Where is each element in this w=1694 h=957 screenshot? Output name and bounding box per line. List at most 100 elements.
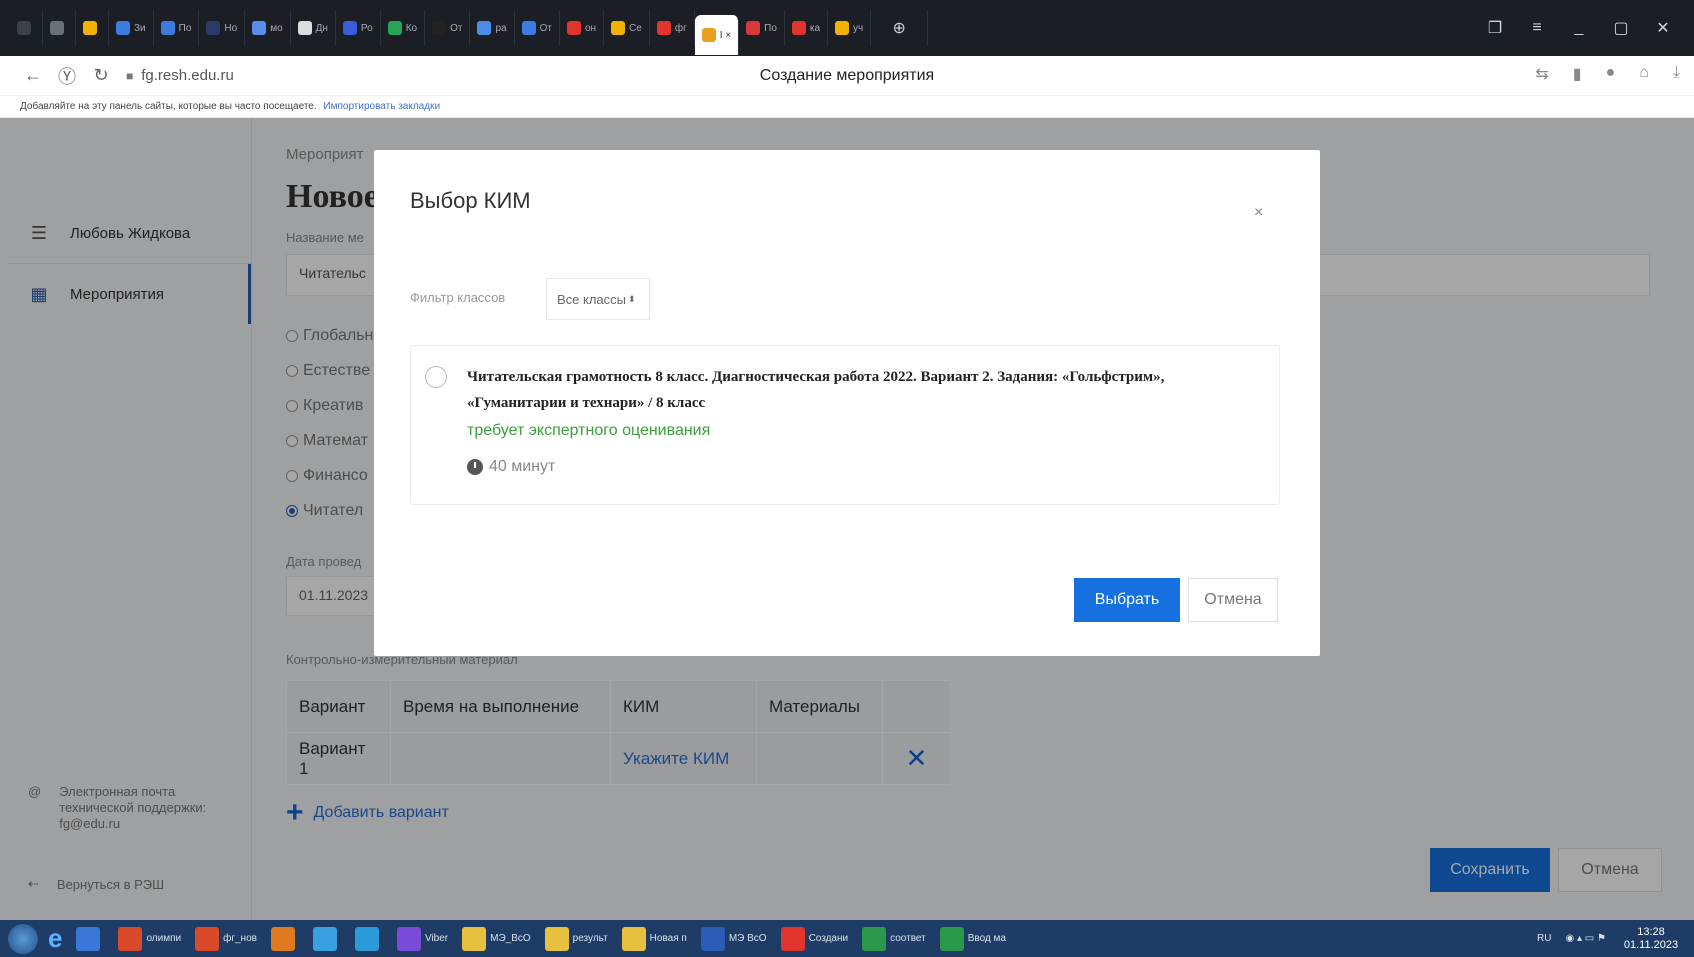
tab-favicon: [160, 21, 175, 35]
app-icon: [354, 926, 379, 951]
bookmark-icon[interactable]: ▮: [1573, 64, 1582, 84]
kim-select-modal: Выбор КИМ × Фильтр классов Все классы ⬍ …: [374, 150, 1320, 656]
tab-label: Се: [629, 22, 642, 34]
tab-favicon: [50, 21, 64, 35]
tab-after-1[interactable]: ка: [785, 10, 829, 46]
ie-icon[interactable]: e: [44, 923, 66, 954]
plus-icon: ⊕: [892, 20, 906, 37]
tab-6[interactable]: мо: [245, 10, 291, 46]
import-bookmarks-link[interactable]: Импортировать закладки: [323, 101, 440, 112]
translate-icon[interactable]: ⇆: [1535, 64, 1548, 84]
tab-after-0[interactable]: По: [739, 10, 785, 46]
app-icon: [862, 926, 887, 951]
tray-icons[interactable]: ◉ ▴ ▭ ⚑: [1562, 924, 1611, 954]
tab-favicon: [566, 21, 581, 35]
tab-after-2[interactable]: уч: [828, 10, 872, 46]
collections-icon[interactable]: ⌂: [1639, 64, 1649, 84]
tab-11[interactable]: ра: [470, 10, 515, 46]
tab-9[interactable]: Ко: [381, 10, 426, 46]
browser-tabstrip: Зи По Но мо Дн Ро Ко От ра От он Се фг I × По ка уч ⊕ …: [0, 0, 1694, 56]
tab-favicon: [701, 28, 716, 42]
taskbar-item-12[interactable]: соответ: [858, 924, 930, 954]
taskbar-item-7[interactable]: МЭ_ВсО: [458, 924, 535, 954]
back-arrow-icon[interactable]: ←: [16, 65, 50, 86]
tabs-overview-icon[interactable]: ❐: [1474, 18, 1516, 38]
os-taskbar: e олимпи фг_нов Viber МЭ_ВсО результ Новая п М…: [0, 920, 1694, 957]
kim-duration: 40 минут: [467, 458, 555, 476]
url-field[interactable]: ■ fg.resh.edu.ru: [126, 67, 234, 84]
tab-active[interactable]: I ×: [694, 15, 740, 55]
tab-14[interactable]: Се: [604, 10, 650, 46]
tab-2[interactable]: [76, 10, 109, 46]
tab-favicon: [206, 21, 221, 35]
tab-favicon: [432, 21, 447, 35]
tab-favicon: [252, 21, 267, 35]
tab-13[interactable]: он: [560, 10, 605, 46]
new-tab-button[interactable]: ⊕: [871, 10, 929, 46]
minimize-icon[interactable]: _: [1558, 19, 1600, 37]
tab-label: От: [450, 22, 463, 34]
tab-10[interactable]: От: [425, 10, 471, 46]
clock-icon: [467, 459, 483, 475]
taskbar-item-10[interactable]: МЭ ВсО: [697, 924, 771, 954]
taskbar-label: соответ: [890, 933, 926, 944]
close-icon[interactable]: ×: [1254, 204, 1263, 222]
reload-icon[interactable]: ↻: [84, 65, 118, 86]
tab-0[interactable]: [10, 10, 43, 46]
menu-icon[interactable]: ≡: [1516, 19, 1558, 37]
downloads-icon[interactable]: ⤓: [1673, 64, 1680, 84]
tab-favicon: [297, 21, 312, 35]
tab-8[interactable]: Ро: [336, 10, 381, 46]
taskbar-item-4[interactable]: [309, 924, 345, 954]
tab-1[interactable]: [43, 10, 76, 46]
maximize-icon[interactable]: ▢: [1600, 18, 1642, 38]
taskbar-item-13[interactable]: Ввод ма: [936, 924, 1010, 954]
app-icon: [462, 926, 487, 951]
app-icon: [396, 926, 421, 951]
app-icon: [195, 926, 220, 951]
taskbar-item-11[interactable]: Создани: [777, 924, 853, 954]
app-icon: [312, 926, 337, 951]
kim-option-radio[interactable]: [425, 366, 447, 388]
app-icon: [76, 926, 101, 951]
tab-label: Ко: [405, 22, 418, 34]
tab-favicon: [791, 21, 806, 35]
taskbar-item-3[interactable]: [267, 924, 303, 954]
kim-option-card[interactable]: Читательская грамотность 8 класс. Диагно…: [410, 345, 1280, 505]
app-icon: [118, 926, 143, 951]
taskbar-item-6[interactable]: Viber: [393, 924, 452, 954]
taskbar-item-5[interactable]: [351, 924, 387, 954]
class-filter-select[interactable]: Все классы ⬍: [546, 278, 650, 320]
lock-icon: ■: [126, 69, 134, 83]
tab-3[interactable]: Зи: [109, 10, 154, 46]
tab-favicon: [387, 21, 402, 35]
taskbar-item-2[interactable]: фг_нов: [191, 924, 261, 954]
taskbar-item-9[interactable]: Новая п: [618, 924, 691, 954]
tab-label: Дн: [315, 22, 328, 34]
tab-label: I ×: [719, 29, 732, 41]
tab-15[interactable]: фг: [650, 10, 695, 46]
clock[interactable]: 13:28 01.11.2023: [1616, 926, 1686, 952]
tab-5[interactable]: Но: [199, 10, 246, 46]
tab-favicon: [611, 21, 626, 35]
taskbar-label: МЭ ВсО: [728, 933, 767, 944]
yandex-icon[interactable]: Ⓨ: [50, 63, 84, 89]
tab-favicon: [17, 21, 31, 35]
close-window-icon[interactable]: ✕: [1642, 18, 1684, 38]
modal-cancel-button[interactable]: Отмена: [1188, 578, 1278, 622]
taskbar-item-8[interactable]: результ: [541, 924, 612, 954]
select-button[interactable]: Выбрать: [1074, 578, 1180, 622]
language-indicator[interactable]: RU: [1533, 924, 1555, 954]
tab-label: мо: [270, 22, 283, 34]
tab-label: уч: [853, 22, 864, 34]
tab-label: Но: [224, 22, 238, 34]
start-button[interactable]: [8, 923, 38, 954]
tab-12[interactable]: От: [515, 10, 560, 46]
tab-7[interactable]: Дн: [291, 10, 336, 46]
tab-label: По: [178, 22, 192, 34]
tab-4[interactable]: По: [154, 10, 200, 46]
taskbar-item-1[interactable]: олимпи: [114, 924, 185, 954]
extension-icon[interactable]: ●: [1606, 64, 1616, 84]
taskbar-item-0[interactable]: [72, 924, 108, 954]
taskbar-label: Создани: [808, 933, 849, 944]
